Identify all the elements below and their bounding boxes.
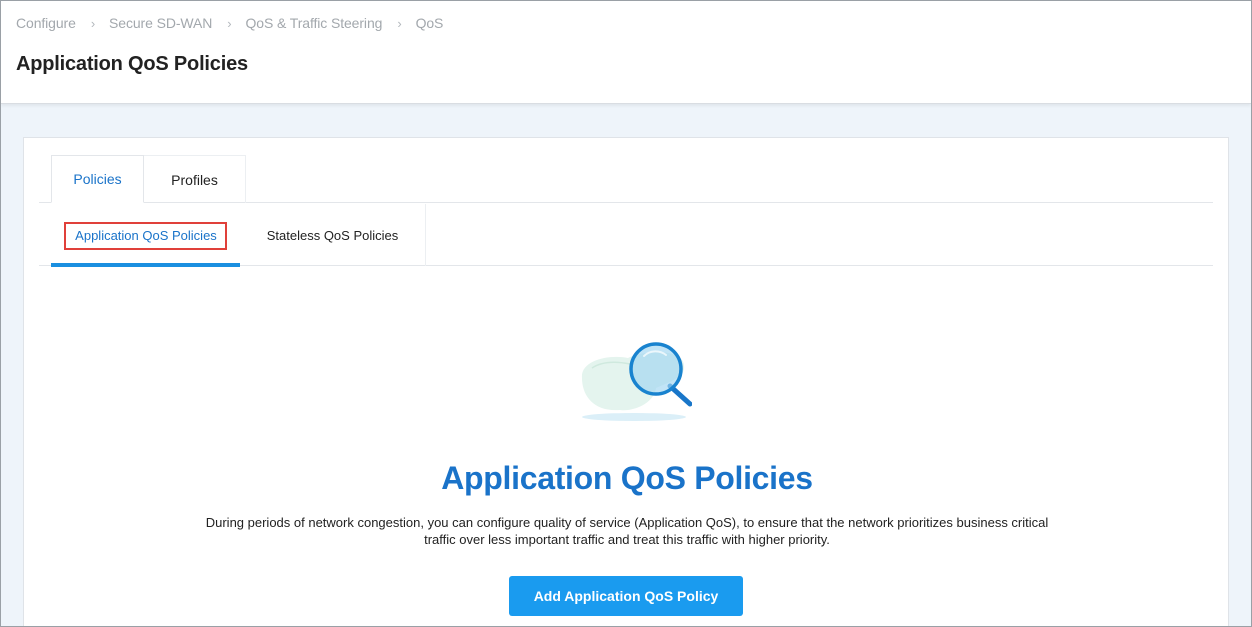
subtab-label: Application QoS Policies xyxy=(64,222,227,250)
content-card: Policies Profiles Application QoS Polici… xyxy=(23,137,1229,626)
breadcrumb-qos[interactable]: QoS xyxy=(416,15,444,31)
breadcrumb-configure[interactable]: Configure xyxy=(16,15,76,31)
tab-bar: Policies Profiles xyxy=(39,155,1213,203)
active-tab-indicator xyxy=(51,263,240,267)
app-window: Configure › Secure SD-WAN › QoS & Traffi… xyxy=(0,0,1252,627)
subtab-application-qos-policies[interactable]: Application QoS Policies xyxy=(51,204,240,267)
tab-policies[interactable]: Policies xyxy=(51,155,144,203)
add-application-qos-policy-button[interactable]: Add Application QoS Policy xyxy=(509,576,743,616)
breadcrumb: Configure › Secure SD-WAN › QoS & Traffi… xyxy=(16,15,443,31)
page-header: Configure › Secure SD-WAN › QoS & Traffi… xyxy=(1,1,1251,104)
subtab-stateless-qos-policies[interactable]: Stateless QoS Policies xyxy=(240,204,426,266)
breadcrumb-secure-sd-wan[interactable]: Secure SD-WAN xyxy=(109,15,212,31)
magnifier-search-icon xyxy=(581,342,692,421)
empty-state-title: Application QoS Policies xyxy=(441,460,813,496)
breadcrumb-qos-traffic-steering[interactable]: QoS & Traffic Steering xyxy=(245,15,382,31)
subtab-bar: Application QoS Policies Stateless QoS P… xyxy=(39,204,1213,267)
page-title: Application QoS Policies xyxy=(16,53,248,75)
empty-state-description: During periods of network congestion, yo… xyxy=(205,515,1049,547)
tab-profiles[interactable]: Profiles xyxy=(144,155,246,203)
chevron-right-icon: › xyxy=(397,15,402,31)
chevron-right-icon: › xyxy=(90,15,96,31)
chevron-right-icon: › xyxy=(227,15,232,31)
